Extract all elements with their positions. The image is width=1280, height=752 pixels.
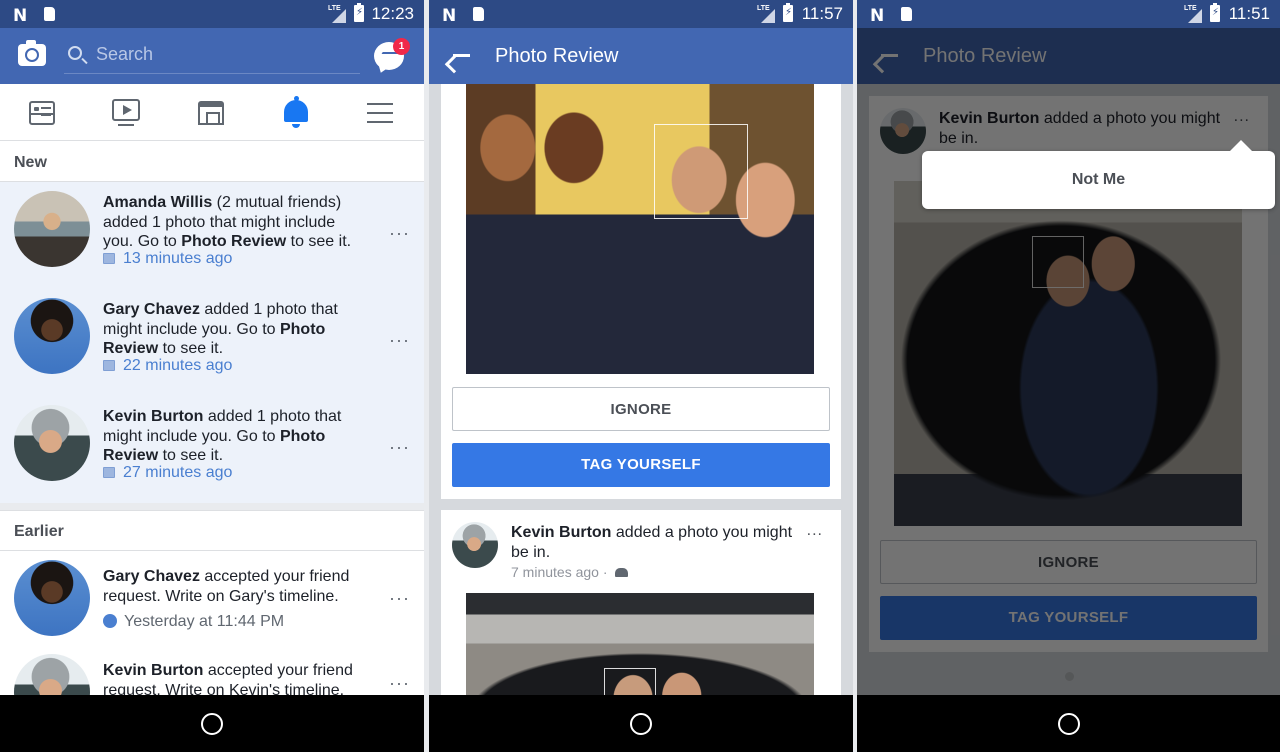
more-options-icon[interactable]: ··· bbox=[389, 223, 410, 244]
status-bar: N LTE ⚡ 11:51 bbox=[857, 0, 1280, 28]
tab-bar bbox=[0, 84, 424, 141]
tab-marketplace[interactable] bbox=[169, 84, 253, 141]
avatar[interactable] bbox=[452, 522, 498, 568]
battery-charging-icon: ⚡ bbox=[354, 3, 364, 22]
friends-icon bbox=[103, 614, 117, 628]
photo-post-card: Kevin Burton added a photo you might be … bbox=[441, 510, 841, 713]
android-n-icon: N bbox=[13, 6, 27, 26]
lte-signal-icon: LTE bbox=[1184, 5, 1202, 23]
modal-scrim[interactable] bbox=[857, 28, 1280, 695]
avatar[interactable] bbox=[14, 560, 90, 636]
section-header-new: New bbox=[0, 142, 424, 182]
news-feed-icon bbox=[29, 100, 55, 125]
photo-icon bbox=[103, 467, 115, 478]
notification-item[interactable]: Gary Chavez accepted your friend request… bbox=[0, 551, 424, 645]
status-bar: N LTE ⚡ 11:57 bbox=[429, 0, 853, 28]
sd-card-icon bbox=[901, 7, 912, 21]
post-meta: 7 minutes ago · bbox=[511, 564, 629, 580]
page-title: Photo Review bbox=[495, 45, 619, 67]
tag-yourself-button[interactable]: TAG YOURSELF bbox=[452, 443, 830, 487]
camera-icon[interactable] bbox=[18, 40, 46, 66]
photo-review-screen: N LTE ⚡ 11:57 Photo Review IGNORE TAG YO… bbox=[429, 0, 853, 752]
tab-notifications[interactable] bbox=[254, 84, 338, 141]
home-button[interactable] bbox=[201, 713, 223, 735]
tab-watch[interactable] bbox=[84, 84, 168, 141]
menu-icon bbox=[367, 102, 393, 123]
app-bar: Photo Review bbox=[429, 28, 853, 84]
notifications-screen: N LTE ⚡ 12:23 Search 1 New Amanda Willis… bbox=[0, 0, 424, 752]
video-icon bbox=[112, 98, 140, 126]
notification-text: Gary Chavez added 1 photo that might inc… bbox=[103, 301, 338, 357]
notification-text: Amanda Willis (2 mutual friends) added 1… bbox=[103, 194, 352, 250]
home-button[interactable] bbox=[630, 713, 652, 735]
bell-icon bbox=[284, 95, 308, 128]
notification-item[interactable]: Amanda Willis (2 mutual friends) added 1… bbox=[0, 182, 424, 289]
photo-icon bbox=[103, 253, 115, 264]
status-time: 12:23 bbox=[371, 4, 414, 23]
avatar[interactable] bbox=[14, 191, 90, 267]
notification-item[interactable]: Kevin Burton added 1 photo that might in… bbox=[0, 396, 424, 503]
ignore-button[interactable]: IGNORE bbox=[452, 387, 830, 431]
notification-time: 22 minutes ago bbox=[103, 357, 232, 375]
more-options-icon[interactable]: ··· bbox=[389, 330, 410, 351]
battery-charging-icon: ⚡ bbox=[1210, 3, 1220, 22]
home-button[interactable] bbox=[1057, 713, 1080, 735]
section-divider bbox=[0, 503, 424, 511]
notification-text: Kevin Burton accepted your friend reques… bbox=[103, 662, 353, 695]
back-arrow-icon[interactable] bbox=[451, 46, 471, 64]
post-text: Kevin Burton added a photo you might be … bbox=[511, 524, 793, 561]
notification-item[interactable]: Kevin Burton accepted your friend reques… bbox=[0, 645, 424, 695]
android-n-icon: N bbox=[870, 6, 884, 26]
photo-review-menu-screen: N LTE ⚡ 11:51 Photo Review Kevin Burton … bbox=[857, 0, 1280, 752]
search-placeholder: Search bbox=[96, 44, 154, 64]
tab-news-feed[interactable] bbox=[0, 84, 84, 141]
lte-signal-icon: LTE bbox=[328, 5, 346, 23]
marketplace-icon bbox=[198, 100, 224, 125]
messenger-badge: 1 bbox=[393, 38, 410, 55]
section-header-earlier: Earlier bbox=[0, 511, 424, 551]
new-notifications-group: Amanda Willis (2 mutual friends) added 1… bbox=[0, 182, 424, 503]
not-me-option[interactable]: Not Me bbox=[922, 151, 1275, 209]
friends-audience-icon bbox=[615, 568, 629, 577]
search-icon bbox=[68, 46, 82, 60]
avatar[interactable] bbox=[14, 298, 90, 374]
notification-item[interactable]: Gary Chavez added 1 photo that might inc… bbox=[0, 289, 424, 396]
tab-menu[interactable] bbox=[338, 84, 422, 141]
status-time: 11:51 bbox=[1228, 4, 1270, 23]
status-time: 11:57 bbox=[801, 4, 843, 23]
screenshots-collage: N LTE ⚡ 12:23 Search 1 New Amanda Willis… bbox=[0, 0, 1280, 752]
sd-card-icon bbox=[44, 7, 55, 21]
sd-card-icon bbox=[473, 7, 484, 21]
status-bar: N LTE ⚡ 12:23 bbox=[0, 0, 424, 28]
app-bar: Search 1 bbox=[0, 28, 424, 84]
photo-review-card: IGNORE TAG YOURSELF bbox=[441, 84, 841, 499]
notification-time: 27 minutes ago bbox=[103, 464, 232, 482]
options-popover: Not Me bbox=[922, 140, 1275, 209]
more-options-icon[interactable]: ··· bbox=[389, 437, 410, 458]
notifications-list[interactable]: New Amanda Willis (2 mutual friends) add… bbox=[0, 142, 424, 695]
battery-charging-icon: ⚡ bbox=[783, 3, 793, 22]
notification-text: Kevin Burton added 1 photo that might in… bbox=[103, 408, 342, 464]
face-highlight-box bbox=[654, 124, 748, 219]
android-n-icon: N bbox=[442, 6, 456, 26]
avatar[interactable] bbox=[14, 654, 90, 695]
android-nav-bar bbox=[429, 695, 853, 752]
notification-time: Yesterday at 11:44 PM bbox=[103, 613, 284, 631]
lte-signal-icon: LTE bbox=[757, 5, 775, 23]
tagged-photo[interactable] bbox=[466, 84, 814, 374]
android-nav-bar bbox=[857, 695, 1280, 752]
more-options-icon[interactable]: ··· bbox=[389, 673, 410, 694]
photo-icon bbox=[103, 360, 115, 371]
more-options-icon[interactable]: ··· bbox=[389, 588, 410, 609]
avatar[interactable] bbox=[14, 405, 90, 481]
notification-text: Gary Chavez accepted your friend request… bbox=[103, 568, 350, 605]
more-options-icon[interactable]: ... bbox=[807, 522, 823, 540]
notification-time: 13 minutes ago bbox=[103, 250, 232, 268]
search-input[interactable]: Search bbox=[64, 38, 360, 74]
android-nav-bar bbox=[0, 695, 424, 752]
